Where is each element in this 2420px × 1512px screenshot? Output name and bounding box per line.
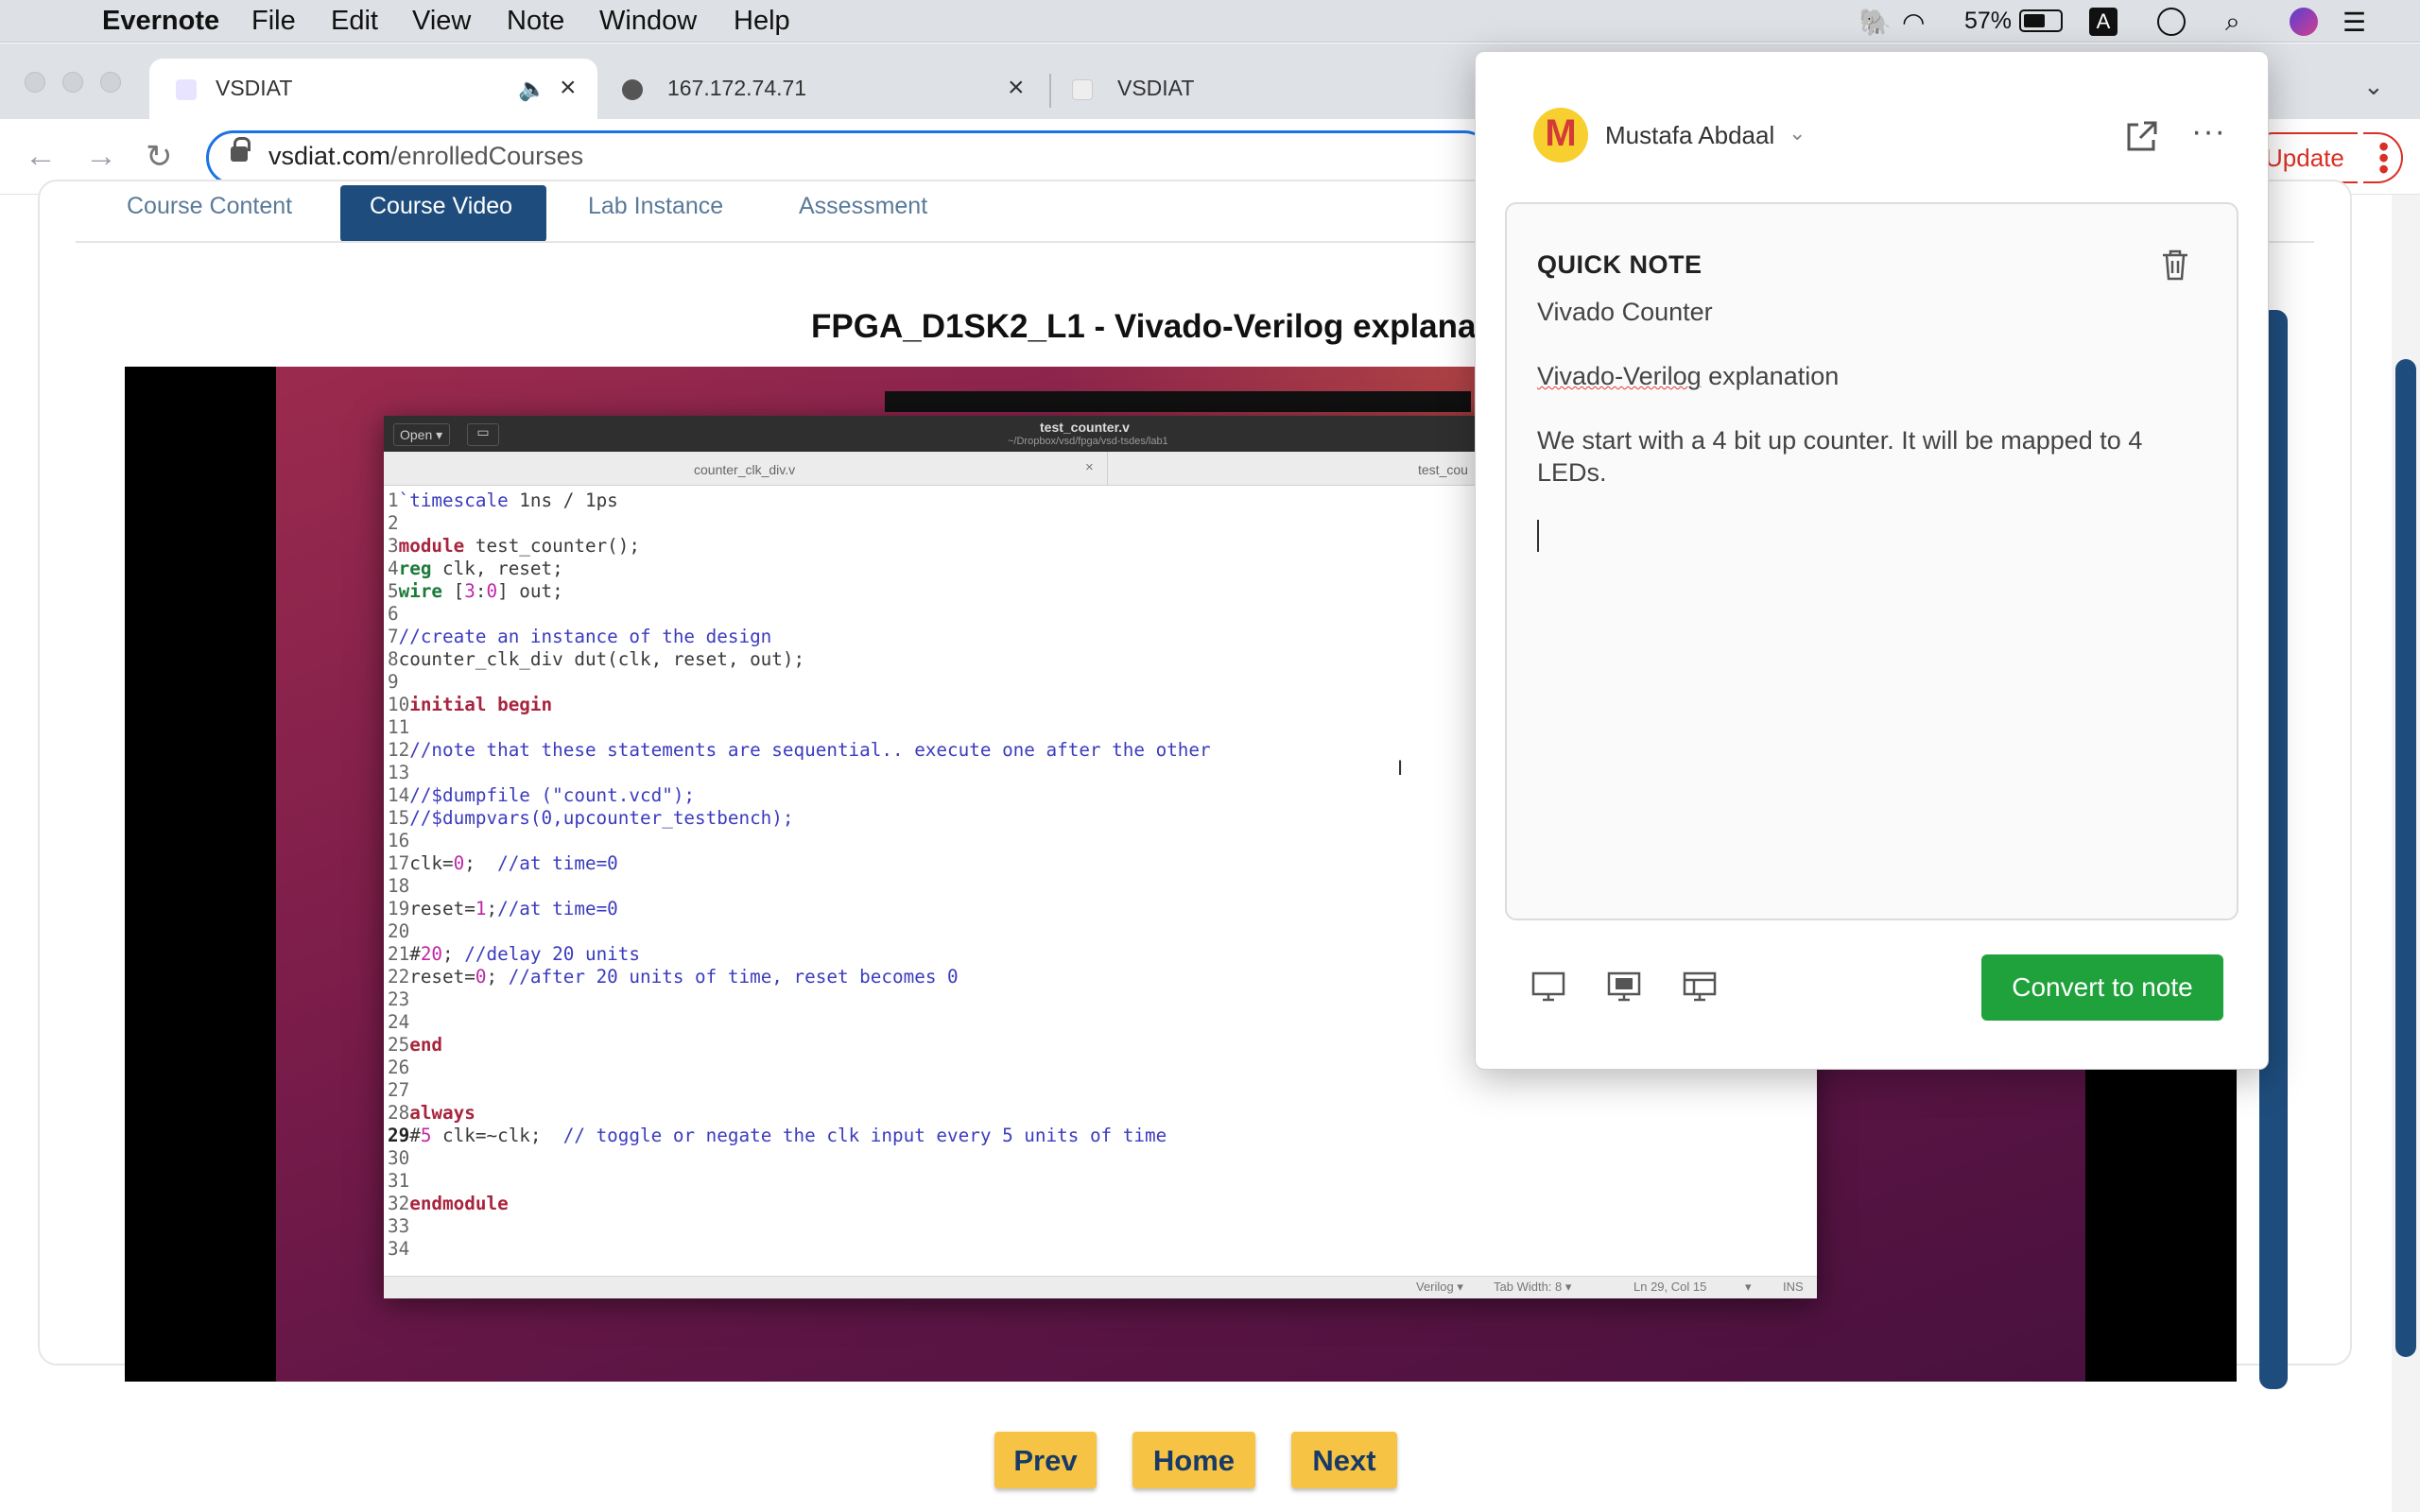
clip-layout-icon[interactable] bbox=[1681, 968, 1719, 1005]
tab-course-video[interactable]: Course Video bbox=[340, 185, 546, 242]
menu-file[interactable]: File bbox=[251, 6, 296, 37]
menu-app-name[interactable]: Evernote bbox=[102, 6, 219, 37]
vsdiat-favicon-icon bbox=[176, 79, 197, 100]
close-tab-icon[interactable]: × bbox=[1008, 72, 1025, 104]
battery-percent: 57% bbox=[1964, 8, 2013, 34]
tab-title: VSDIAT bbox=[216, 76, 293, 100]
video-code-listing: 1`timescale 1ns / 1ps 2 3module test_cou… bbox=[388, 490, 1211, 1260]
close-window-button[interactable] bbox=[25, 72, 45, 93]
note-title[interactable]: Vivado Counter bbox=[1537, 296, 1713, 328]
speaker-audio-icon[interactable]: 🔈 bbox=[518, 76, 546, 103]
convert-to-note-button[interactable]: Convert to note bbox=[1981, 954, 2223, 1021]
ibeam-cursor-icon: I bbox=[1397, 756, 1404, 780]
more-options-icon[interactable]: ··· bbox=[2191, 113, 2226, 150]
note-paragraph-2[interactable]: We start with a 4 bit up counter. It wil… bbox=[1537, 424, 2218, 489]
tab-title: 167.172.74.71 bbox=[667, 76, 807, 100]
editor-tab-close-icon: × bbox=[1085, 459, 1094, 475]
forward-arrow-icon[interactable]: → bbox=[85, 138, 117, 175]
minimize-window-button[interactable] bbox=[62, 72, 83, 93]
tab-lab-instance[interactable]: Lab Instance bbox=[588, 193, 723, 220]
clip-full-page-icon[interactable] bbox=[1530, 968, 1567, 1005]
control-center-icon[interactable]: ☰ bbox=[2342, 7, 2366, 38]
video-frame-topbar bbox=[885, 391, 1471, 412]
back-arrow-icon[interactable]: ← bbox=[25, 138, 57, 175]
editor-filename: test_counter.v bbox=[1040, 420, 1130, 435]
browser-tab-vsdiat-2[interactable]: VSDIAT bbox=[1063, 59, 1478, 119]
menu-help[interactable]: Help bbox=[734, 6, 790, 37]
editor-status-lang: Verilog ▾ bbox=[1416, 1280, 1463, 1294]
page-scrollbar-thumb[interactable] bbox=[2395, 359, 2416, 1357]
input-source-icon[interactable]: A bbox=[2089, 8, 2118, 36]
clip-screenshot-icon[interactable] bbox=[1605, 968, 1643, 1005]
tab-course-video-label: Course Video bbox=[370, 193, 513, 219]
open-in-new-window-icon[interactable] bbox=[2123, 117, 2161, 155]
tab-separator bbox=[1049, 74, 1051, 108]
editor-status-position: Ln 29, Col 15 bbox=[1634, 1280, 1707, 1294]
menu-edit[interactable]: Edit bbox=[331, 6, 378, 37]
menu-window[interactable]: Window bbox=[599, 6, 697, 37]
globe-icon bbox=[622, 79, 643, 100]
tab-search-chevron-icon[interactable]: ⌄ bbox=[2363, 72, 2384, 101]
evernote-elephant-icon[interactable]: 🐘 bbox=[1858, 7, 1892, 38]
editor-save-icon: ▭ bbox=[467, 423, 499, 446]
chevron-down-icon[interactable]: ⌄ bbox=[1789, 121, 1806, 146]
lock-icon[interactable] bbox=[231, 137, 251, 162]
tab-assessment[interactable]: Assessment bbox=[799, 193, 927, 220]
next-button[interactable]: Next bbox=[1291, 1432, 1397, 1488]
close-tab-icon[interactable]: × bbox=[560, 72, 577, 104]
quick-note-header: QUICK NOTE bbox=[1537, 250, 1703, 279]
avatar[interactable]: M bbox=[1533, 108, 1588, 163]
spotlight-search-icon[interactable]: ⌕ bbox=[2225, 7, 2240, 38]
text-caret bbox=[1537, 520, 1539, 552]
trash-icon[interactable] bbox=[2159, 248, 2191, 282]
editor-status-dropdown-icon: ▾ bbox=[1745, 1280, 1752, 1294]
home-button[interactable]: Home bbox=[1132, 1432, 1255, 1488]
reload-icon[interactable]: ↻ bbox=[146, 138, 173, 176]
prev-button[interactable]: Prev bbox=[994, 1432, 1097, 1488]
clock-icon[interactable] bbox=[2157, 8, 2186, 36]
user-name[interactable]: Mustafa Abdaal bbox=[1605, 121, 1774, 150]
menu-view[interactable]: View bbox=[412, 6, 471, 37]
url-text[interactable]: vsdiat.com/enrolledCourses bbox=[268, 142, 583, 171]
battery-icon[interactable] bbox=[2019, 9, 2063, 32]
menu-note[interactable]: Note bbox=[507, 6, 564, 37]
siri-icon[interactable] bbox=[2290, 8, 2318, 36]
tab-course-content[interactable]: Course Content bbox=[127, 193, 292, 220]
video-title: FPGA_D1SK2_L1 - Vivado-Verilog explana bbox=[811, 308, 1477, 345]
editor-tab-1-label: counter_clk_div.v bbox=[694, 462, 796, 477]
tab-title: VSDIAT bbox=[1117, 76, 1195, 100]
editor-status-tabwidth: Tab Width: 8 ▾ bbox=[1494, 1280, 1572, 1294]
zoom-window-button[interactable] bbox=[100, 72, 121, 93]
editor-open-button: Open ▾ bbox=[393, 423, 450, 446]
editor-filepath: ~/Dropbox/vsd/fpga/vsd-tsdes/lab1 bbox=[1008, 436, 1168, 447]
editor-status-mode: INS bbox=[1783, 1280, 1804, 1294]
browser-tab-vsdiat-active[interactable]: VSDIAT 🔈 × bbox=[149, 59, 597, 119]
editor-statusbar bbox=[384, 1276, 1817, 1298]
macos-menu-bar: Evernote File Edit View Note Window Help… bbox=[0, 0, 2420, 43]
browser-tab-ip[interactable]: 167.172.74.71 × bbox=[613, 59, 1040, 119]
update-label[interactable]: Update bbox=[2265, 144, 2344, 173]
editor-tab-2-label: test_cou bbox=[1418, 462, 1468, 477]
wifi-icon[interactable]: ◠ bbox=[1902, 7, 1925, 38]
vsdiat-favicon-icon bbox=[1072, 79, 1093, 100]
note-paragraph-1[interactable]: Vivado-Verilog explanation bbox=[1537, 360, 1839, 392]
